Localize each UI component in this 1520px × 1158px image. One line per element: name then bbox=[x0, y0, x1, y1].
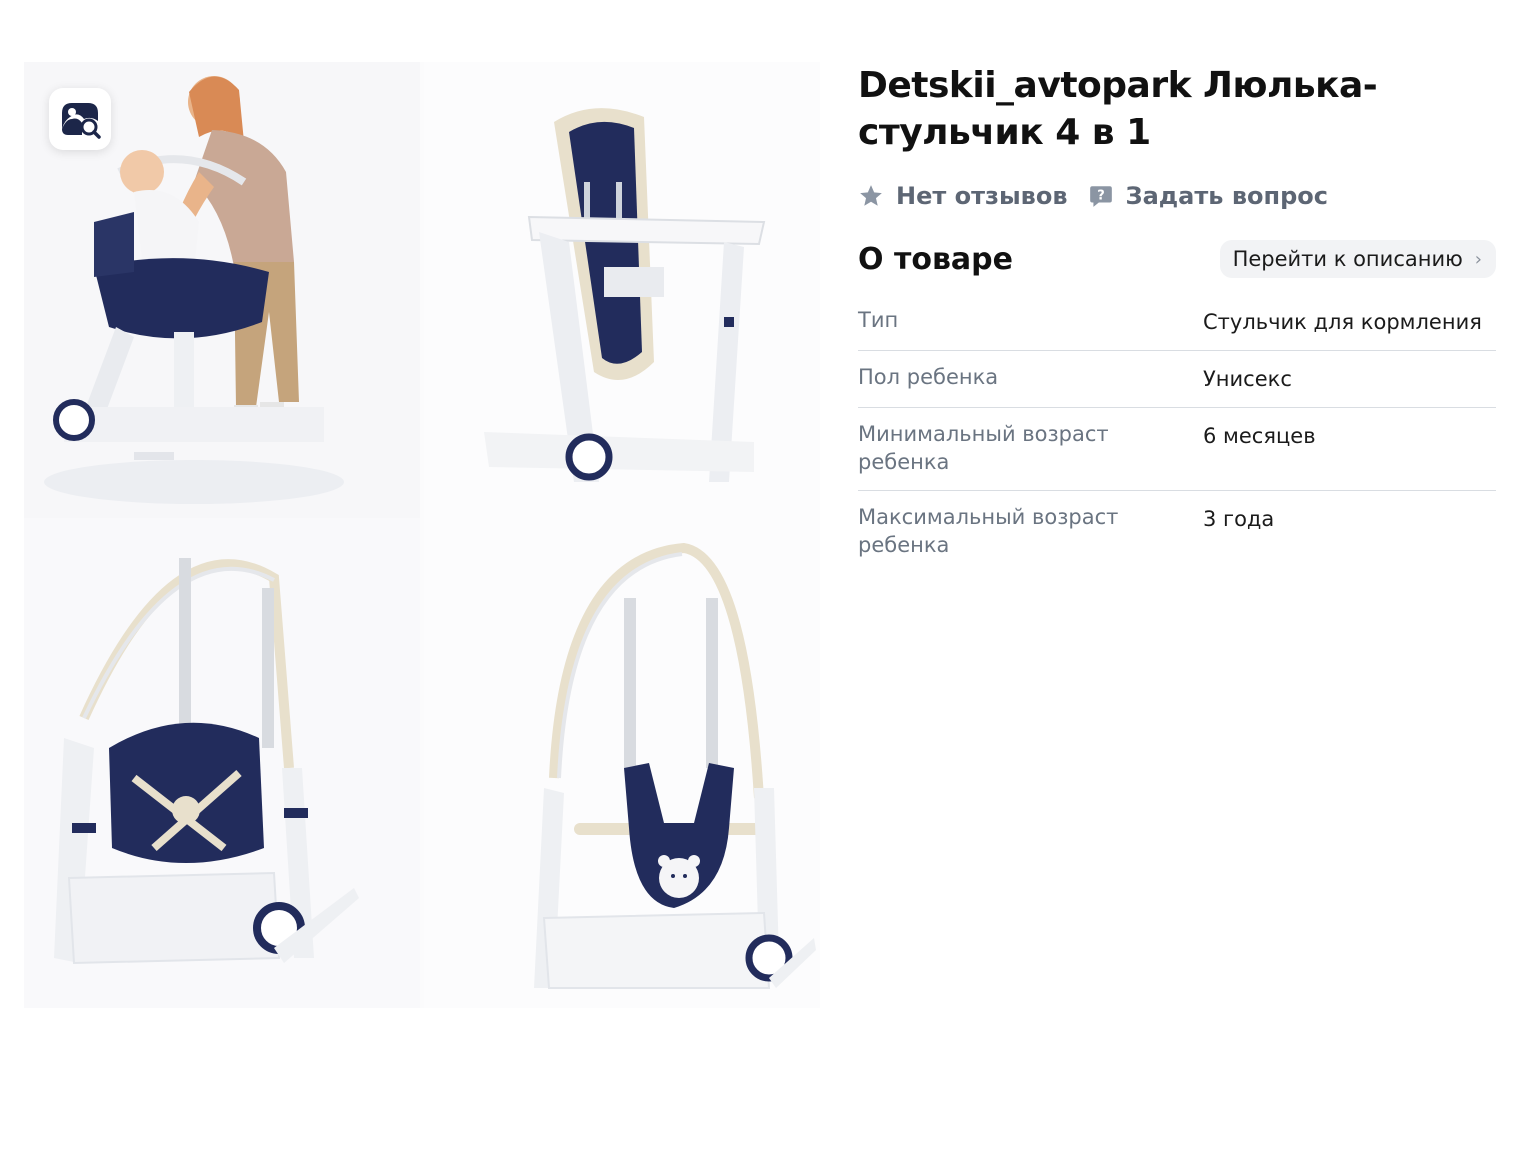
product-meta-row: Нет отзывов ? Задать вопрос bbox=[858, 182, 1496, 210]
property-name: Тип bbox=[858, 308, 899, 332]
ask-question-link[interactable]: ? Задать вопрос bbox=[1088, 182, 1328, 210]
property-row: Тип Стульчик для кормления bbox=[858, 294, 1496, 351]
svg-text:?: ? bbox=[1097, 188, 1105, 203]
property-name: Пол ребенка bbox=[858, 365, 999, 389]
property-value: Унисекс bbox=[1203, 367, 1292, 391]
go-to-description-label: Перейти к описанию bbox=[1232, 247, 1463, 271]
product-info-panel: Detskii_avtopark Люлька-стульчик 4 в 1 Н… bbox=[858, 62, 1496, 573]
product-page: Detskii_avtopark Люлька-стульчик 4 в 1 Н… bbox=[0, 0, 1520, 1158]
property-row: Максимальный возраст ребенка 3 года bbox=[858, 491, 1496, 573]
property-name: Максимальный возраст ребенка bbox=[858, 505, 1119, 557]
property-row: Пол ребенка Унисекс bbox=[858, 351, 1496, 408]
about-header: О товаре Перейти к описанию › bbox=[858, 240, 1496, 278]
star-icon bbox=[860, 185, 882, 206]
visual-search-icon bbox=[62, 103, 101, 139]
go-to-description-button[interactable]: Перейти к описанию › bbox=[1219, 240, 1496, 278]
property-value: Стульчик для кормления bbox=[1203, 310, 1482, 334]
property-row: Минимальный возраст ребенка 6 месяцев bbox=[858, 408, 1496, 491]
properties-table: Тип Стульчик для кормления Пол ребенка У… bbox=[858, 294, 1496, 573]
ask-question-label: Задать вопрос bbox=[1125, 182, 1328, 210]
about-title: О товаре bbox=[858, 241, 1013, 277]
product-photo-jumper[interactable] bbox=[424, 518, 820, 1008]
chevron-right-icon: › bbox=[1474, 248, 1482, 270]
question-bubble-icon: ? bbox=[1089, 186, 1112, 207]
product-photo-high-chair[interactable] bbox=[424, 62, 820, 518]
product-title: Detskii_avtopark Люлька-стульчик 4 в 1 bbox=[858, 65, 1378, 153]
reviews-label: Нет отзывов bbox=[896, 182, 1068, 210]
property-value: 3 года bbox=[1203, 507, 1275, 531]
product-image-gallery[interactable] bbox=[24, 62, 820, 1008]
visual-search-button[interactable] bbox=[49, 88, 111, 150]
reviews-link[interactable]: Нет отзывов bbox=[858, 182, 1068, 210]
property-value: 6 месяцев bbox=[1203, 424, 1316, 448]
property-name: Минимальный возраст ребенка bbox=[858, 422, 1109, 474]
product-photo-swing-seat[interactable] bbox=[24, 518, 420, 1008]
